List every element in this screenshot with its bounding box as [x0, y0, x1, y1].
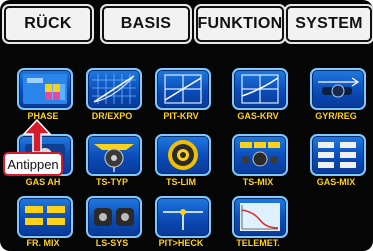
- pitch-curve-icon: [164, 74, 202, 104]
- throttle-curve-tile[interactable]: [232, 68, 288, 110]
- swashplate-type-icon: [94, 144, 134, 172]
- back-button[interactable]: RÜCK: [4, 6, 92, 42]
- system-button[interactable]: SYSTEM: [286, 6, 372, 42]
- trainer-system-icon: [94, 208, 134, 226]
- top-button-bar: RÜCK BASIS FUNKTION SYSTEM: [0, 0, 373, 48]
- throttle-mix-tile[interactable]: [310, 134, 366, 176]
- swashplate-type-label: TS-TYP: [95, 177, 128, 187]
- swashplate-mix-tile[interactable]: [232, 134, 288, 176]
- swashplate-mix-label: TS-MIX: [242, 177, 274, 187]
- throttle-hold-label: GAS AH: [25, 177, 61, 187]
- pitch-to-tail-tile[interactable]: [155, 196, 211, 238]
- function-menu-screen: RÜCK BASIS FUNKTION SYSTEM PHASE DR/EXPO: [0, 0, 373, 251]
- swashplate-mix-icon: [240, 142, 280, 167]
- swashplate-limit-tile[interactable]: [155, 134, 211, 176]
- phase-tile[interactable]: [17, 68, 73, 110]
- pitch-curve-label: PIT-KRV: [163, 111, 199, 121]
- pitch-curve-tile[interactable]: [155, 68, 211, 110]
- telemetry-icon: [240, 203, 280, 231]
- swashplate-limit-label: TS-LIM: [166, 177, 196, 187]
- telemetry-label: TELEMET.: [236, 238, 280, 248]
- throttle-mix-icon: [318, 142, 356, 168]
- dr-expo-label: DR/EXPO: [91, 111, 133, 121]
- phase-icon: [23, 74, 67, 104]
- swashplate-limit-icon: [168, 140, 198, 170]
- tap-callout: Antippen: [3, 152, 63, 176]
- dr-expo-icon: [92, 74, 136, 104]
- gyro-governor-icon: [318, 77, 360, 98]
- basis-button[interactable]: BASIS: [102, 6, 190, 42]
- throttle-curve-icon: [241, 74, 279, 104]
- free-mix-label: FR. MIX: [26, 238, 60, 248]
- free-mix-icon: [25, 206, 65, 225]
- function-button[interactable]: FUNKTION: [196, 6, 284, 42]
- gyro-governor-tile[interactable]: [310, 68, 366, 110]
- pitch-to-tail-label: PIT>HECK: [158, 238, 204, 248]
- swashplate-type-tile[interactable]: [86, 134, 142, 176]
- dr-expo-tile[interactable]: [86, 68, 142, 110]
- trainer-system-label: LS-SYS: [95, 238, 129, 248]
- gyro-governor-label: GYR/REG: [315, 111, 357, 121]
- trainer-system-tile[interactable]: [86, 196, 142, 238]
- pitch-to-tail-icon: [163, 209, 203, 230]
- throttle-mix-label: GAS-MIX: [316, 177, 356, 187]
- throttle-curve-label: GAS-KRV: [237, 111, 279, 121]
- free-mix-tile[interactable]: [17, 196, 73, 238]
- red-arrow-icon: [22, 118, 52, 153]
- telemetry-tile[interactable]: [232, 196, 288, 238]
